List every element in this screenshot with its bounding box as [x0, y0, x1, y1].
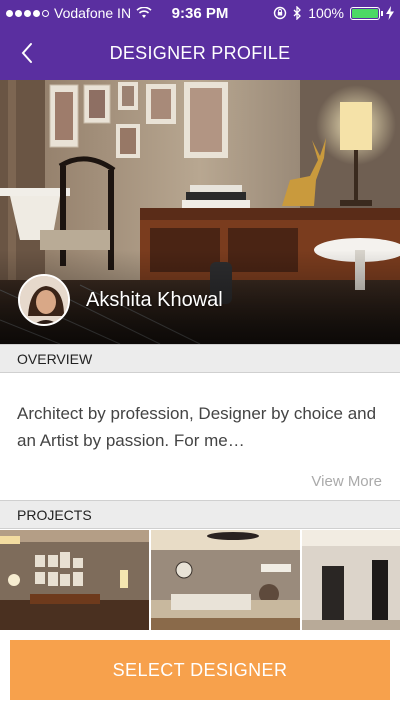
- bottom-bar: SELECT DESIGNER: [0, 630, 400, 710]
- carrier-label: Vodafone IN: [54, 5, 132, 21]
- overview-header: OVERVIEW: [0, 344, 400, 373]
- designer-name: Akshita Khowal: [86, 288, 223, 311]
- back-button[interactable]: [12, 38, 42, 68]
- charging-icon: [386, 6, 394, 20]
- project-image: [0, 530, 149, 630]
- status-time: 9:36 PM: [171, 4, 229, 22]
- profile-row: Akshita Khowal: [0, 256, 400, 344]
- nav-bar: DESIGNER PROFILE: [0, 26, 400, 80]
- orientation-lock-icon: [273, 6, 287, 20]
- avatar-image: [20, 276, 68, 324]
- signal-dots-icon: [6, 9, 49, 17]
- battery-level: [352, 8, 378, 18]
- projects-carousel[interactable]: [0, 530, 400, 630]
- status-left: Vodafone IN: [6, 5, 152, 21]
- project-image: [151, 530, 300, 630]
- overview-title: OVERVIEW: [17, 350, 93, 367]
- project-thumbnail[interactable]: [0, 530, 149, 630]
- overview-text: Architect by profession, Designer by cho…: [17, 404, 377, 450]
- select-designer-button[interactable]: SELECT DESIGNER: [10, 640, 390, 700]
- project-thumbnail[interactable]: [302, 530, 400, 630]
- avatar[interactable]: [18, 274, 70, 326]
- battery-icon: [350, 6, 383, 20]
- wifi-icon: [136, 7, 152, 18]
- chevron-left-icon: [21, 43, 32, 63]
- project-image: [302, 530, 400, 630]
- status-bar: Vodafone IN 9:36 PM 100%: [0, 0, 400, 26]
- view-more-link[interactable]: View More: [311, 473, 382, 490]
- projects-header: PROJECTS: [0, 500, 400, 529]
- project-thumbnail[interactable]: [151, 530, 300, 630]
- battery-percent: 100%: [308, 5, 344, 21]
- projects-title: PROJECTS: [17, 506, 92, 523]
- page-title: DESIGNER PROFILE: [109, 42, 291, 63]
- hero-image: Akshita Khowal: [0, 80, 400, 344]
- bluetooth-icon: [293, 6, 302, 20]
- status-right: 100%: [273, 5, 394, 21]
